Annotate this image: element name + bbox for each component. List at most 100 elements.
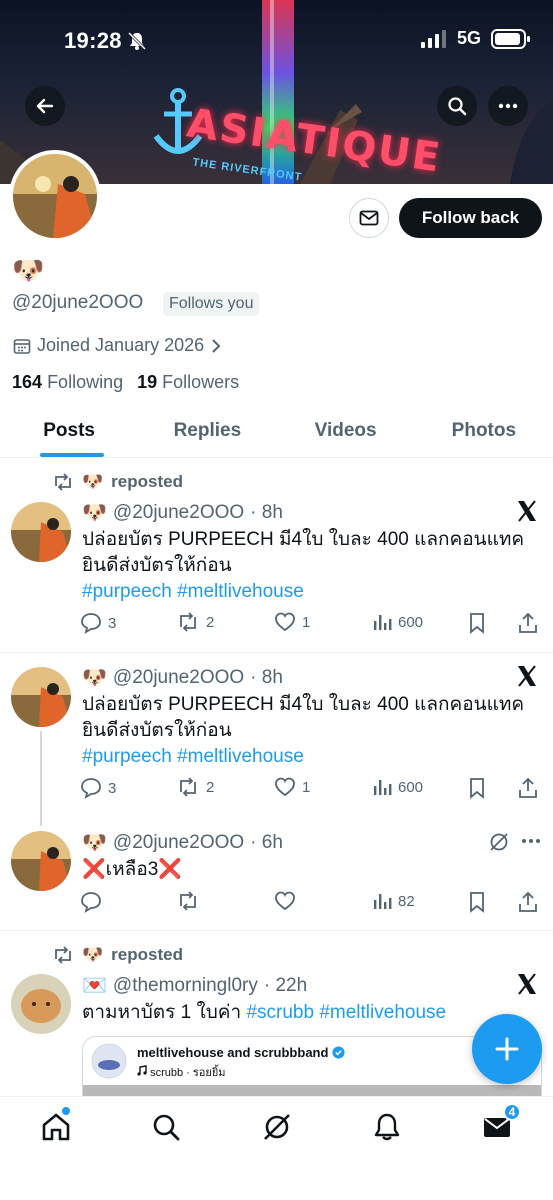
messages-badge: 4 — [503, 1103, 521, 1121]
bookmark-button[interactable] — [468, 891, 486, 913]
mail-icon — [359, 210, 379, 226]
embed-subtitle-text: scrubb · รอยยิ้ม — [150, 1067, 226, 1079]
bottom-nav: 4 — [0, 1096, 553, 1200]
post-handle[interactable]: @20june2OOO — [113, 667, 244, 689]
avatar[interactable] — [11, 502, 71, 562]
like-button[interactable]: 1 — [274, 612, 310, 632]
profile-avatar[interactable] — [9, 150, 101, 242]
post-text: ตามหาบัตร 1 ใบค่า #scrubb #meltlivehouse — [82, 1000, 542, 1026]
follow-counts: 164 Following 19 Followers — [12, 372, 239, 393]
views-button[interactable]: 82 — [372, 891, 415, 911]
chevron-right-icon — [212, 338, 221, 353]
active-tab-indicator — [40, 453, 104, 457]
reply-icon — [81, 892, 101, 913]
avatar[interactable] — [11, 667, 71, 727]
tab-posts[interactable]: Posts — [0, 406, 138, 457]
hashtag-link[interactable]: #purpeech — [82, 746, 172, 767]
followers-count: 19 — [137, 372, 158, 392]
grok-icon[interactable] — [488, 831, 510, 853]
views-button[interactable]: 600 — [372, 612, 423, 632]
message-button[interactable] — [349, 198, 389, 238]
x-logo-icon[interactable] — [515, 972, 539, 996]
profile-banner[interactable]: ASIATIQUE THE RIVERFRONT 19:28 5G — [0, 0, 553, 184]
post-handle[interactable]: @themorningl0ry — [113, 975, 258, 997]
post-text-line: ปล่อยบัตร PURPEECH มี4ใบ ใบละ 400 แลกคอน… — [82, 694, 525, 715]
search-button[interactable] — [437, 86, 477, 126]
profile-tabs: Posts Replies Videos Photos — [0, 406, 553, 458]
heart-icon — [275, 612, 295, 632]
avatar-image — [11, 831, 71, 891]
tab-videos[interactable]: Videos — [277, 406, 415, 457]
x-logo-icon[interactable] — [515, 664, 539, 688]
post-header: 🐶 @20june2OOO · 8h — [82, 665, 283, 690]
embed-subtitle: scrubb · รอยยิ้ม — [137, 1063, 226, 1081]
following-label: Following — [47, 372, 124, 392]
more-button[interactable] — [488, 86, 528, 126]
x-logo-icon[interactable] — [515, 499, 539, 523]
post-time[interactable]: · 6h — [250, 832, 283, 854]
bookmark-button[interactable] — [468, 612, 486, 634]
avatar[interactable] — [11, 831, 71, 891]
reply-button[interactable]: 3 — [80, 777, 116, 799]
nav-notifications[interactable] — [371, 1111, 403, 1143]
calendar-icon — [13, 338, 31, 354]
avatar-image — [11, 502, 71, 562]
repost-icon — [180, 612, 196, 632]
post-handle[interactable]: @20june2OOO — [113, 832, 244, 854]
back-button[interactable] — [25, 86, 65, 126]
following-count-link[interactable]: 164 Following — [12, 372, 123, 393]
share-button[interactable] — [518, 891, 538, 913]
share-button[interactable] — [518, 612, 538, 634]
bookmark-icon — [470, 613, 484, 634]
hashtag-link[interactable]: #meltlivehouse — [319, 1002, 446, 1023]
silent-bell-icon — [127, 31, 147, 51]
hashtag-link[interactable]: #meltlivehouse — [177, 746, 304, 767]
views-button[interactable]: 600 — [372, 777, 423, 797]
embed-avatar — [91, 1043, 127, 1079]
compose-button[interactable] — [472, 1014, 542, 1084]
heart-icon — [275, 777, 295, 797]
hashtag-link[interactable]: #scrubb — [246, 1002, 314, 1023]
arrow-left-icon — [36, 98, 54, 114]
share-icon — [519, 777, 537, 798]
bookmark-button[interactable] — [468, 777, 486, 799]
author-emoji: 🐶 — [82, 832, 107, 854]
more-horizontal-icon[interactable] — [521, 838, 541, 844]
repost-icon — [55, 946, 71, 964]
tab-videos-label: Videos — [314, 420, 377, 441]
joined-date[interactable]: Joined January 2026 — [13, 335, 222, 356]
share-button[interactable] — [518, 777, 538, 799]
avatar-image — [11, 974, 71, 1034]
avatar[interactable] — [11, 974, 71, 1034]
nav-grok[interactable] — [261, 1111, 293, 1143]
followers-count-link[interactable]: 19 Followers — [137, 372, 239, 393]
like-button[interactable]: 1 — [274, 777, 310, 797]
like-button[interactable] — [274, 891, 296, 911]
share-icon — [519, 612, 537, 633]
repost-button[interactable]: 2 — [176, 612, 214, 632]
tab-photos[interactable]: Photos — [415, 406, 553, 457]
post-time[interactable]: · 8h — [250, 667, 283, 689]
hashtag-link[interactable]: #meltlivehouse — [177, 581, 304, 602]
hashtag-link[interactable]: #purpeech — [82, 581, 172, 602]
reply-count: 3 — [108, 779, 117, 797]
repost-button[interactable]: 2 — [176, 777, 214, 797]
post-time[interactable]: · 22h — [264, 975, 307, 997]
profile-handle: @20june2OOO — [12, 292, 144, 313]
post-handle[interactable]: @20june2OOO — [113, 502, 244, 524]
view-count: 82 — [398, 892, 415, 910]
reply-button[interactable] — [80, 891, 102, 913]
follow-back-button[interactable]: Follow back — [399, 198, 542, 238]
reply-count: 3 — [108, 614, 117, 632]
reply-button[interactable]: 3 — [80, 612, 116, 634]
like-count: 1 — [302, 613, 311, 631]
status-right: 5G — [420, 28, 531, 49]
nav-messages[interactable]: 4 — [481, 1103, 521, 1143]
post-time[interactable]: · 8h — [250, 502, 283, 524]
author-emoji: 💌 — [82, 975, 107, 997]
search-icon — [153, 1114, 180, 1141]
tab-replies[interactable]: Replies — [138, 406, 276, 457]
nav-home[interactable] — [40, 1107, 72, 1143]
repost-button[interactable] — [176, 891, 200, 911]
nav-search[interactable] — [150, 1111, 182, 1143]
